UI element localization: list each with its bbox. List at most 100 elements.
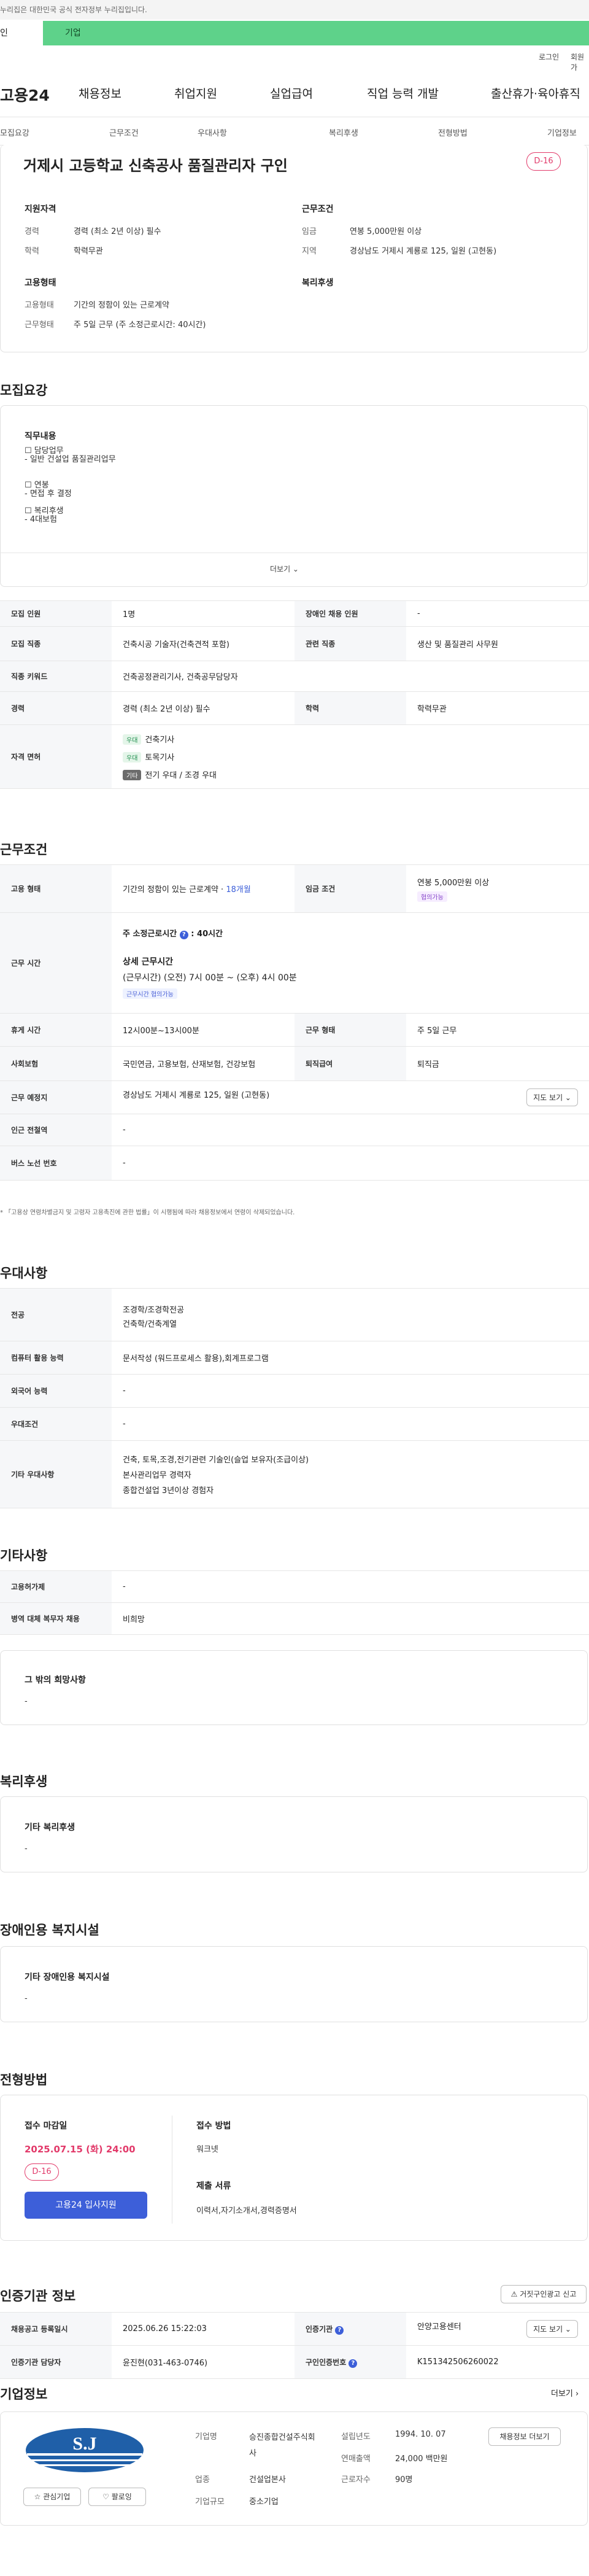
- deadline-head: 접수 마감일: [25, 2121, 67, 2131]
- company-logo: S.J: [25, 2426, 145, 2474]
- cell-key: 임금 조건: [294, 864, 406, 913]
- tab-person[interactable]: 인: [0, 21, 43, 45]
- qual-head: 지원자격: [25, 204, 56, 214]
- map-button[interactable]: 지도 보기 ⌄: [526, 1088, 578, 1106]
- subnav-work[interactable]: 근무조건: [109, 126, 139, 138]
- duty-more-button[interactable]: 더보기 ⌄: [270, 564, 299, 574]
- job-title: 거제시 고등학교 신축공사 품질관리자 구인: [23, 157, 288, 174]
- welfare-card-head: 기타 복리후생: [25, 1823, 75, 1833]
- nav-parental-leave[interactable]: 출산휴가·육아휴직: [491, 85, 580, 101]
- cell-value: 기간의 정함이 있는 근로계약 · 18개월: [112, 864, 294, 913]
- login-link[interactable]: 로그인: [539, 52, 559, 62]
- follow-company-button[interactable]: ♡ 팔로잉: [88, 2488, 146, 2506]
- cell-key: 인근 전철역: [0, 1114, 112, 1146]
- table-row: 근무 예정지 경상남도 거제시 계룡로 125, 일원 (고현동) 지도 보기 ⌄: [0, 1080, 589, 1114]
- other-head: 그 밖의 희망사항: [25, 1675, 86, 1685]
- agency-value: 안양고용센터: [417, 2322, 461, 2332]
- company-size-label: 기업규모: [195, 2497, 225, 2507]
- nav-employment-support[interactable]: 취업지원: [174, 85, 217, 101]
- site-logo[interactable]: 고용24: [0, 83, 50, 106]
- cell-key: 퇴직급여: [294, 1046, 406, 1081]
- license-name: 건축기사: [145, 735, 175, 745]
- company-industry-label: 업종: [195, 2475, 210, 2485]
- info-icon[interactable]: ?: [179, 931, 188, 939]
- cell-value: 국민연금, 고용보험, 산재보험, 건강보험: [112, 1046, 294, 1081]
- duty-head: 직무내용: [25, 432, 56, 441]
- disab-card: [0, 1946, 588, 2022]
- report-button[interactable]: ⚠ 거짓구인광고 신고: [501, 2285, 587, 2303]
- cell-value: 퇴직금: [406, 1046, 589, 1081]
- method-head: 접수 방법: [196, 2121, 231, 2131]
- cell-key: 직종 키워드: [0, 661, 112, 692]
- subnav-recruit[interactable]: 모집요강: [0, 126, 29, 138]
- recruit-table: 모집 인원 1명 장애인 채용 인원 - 모집 직종 건축시공 기술자(건축견적…: [0, 600, 589, 789]
- cell-key: 모집 인원: [0, 600, 112, 627]
- cell-value: -: [406, 600, 589, 627]
- pref-line: 건축학/건축계열: [123, 1319, 177, 1329]
- subnav-company[interactable]: 기업정보: [547, 126, 577, 138]
- disab-card-value: -: [25, 1994, 28, 2003]
- table-row: 고용허가제 -: [0, 1570, 589, 1603]
- qual-edu-label: 학력: [25, 247, 39, 256]
- table-row: 병역 대체 복무자 채용 비희망: [0, 1602, 589, 1635]
- cell-value: 연봉 5,000만원 이상 협의가능: [406, 864, 589, 913]
- company-sales-label: 연매출액: [341, 2454, 371, 2464]
- company-est-value: 1994. 10. 07: [395, 2430, 446, 2439]
- subnav-welfare[interactable]: 복리후생: [329, 126, 358, 138]
- company-name-label: 기업명: [195, 2432, 217, 2442]
- table-row: 사회보험 국민연금, 고용보험, 산재보험, 건강보험 퇴직급여 퇴직금: [0, 1046, 589, 1081]
- emp-type-text: 기간의 정함이 있는 근로계약 ·: [123, 885, 224, 894]
- welfare-card: [0, 1796, 588, 1872]
- info-icon[interactable]: ?: [335, 2326, 344, 2335]
- cell-key: 근무 시간: [0, 912, 112, 1014]
- nav-vocational-training[interactable]: 직업 능력 개발: [367, 85, 439, 101]
- weekly-label: 주 소정근로시간: [123, 929, 177, 939]
- cell-value: 안양고용센터 지도 보기 ⌄: [406, 2312, 589, 2346]
- pref-title: 우대사항: [0, 1266, 48, 1281]
- join-link[interactable]: 회원가: [571, 52, 589, 72]
- duty-line: - 면접 후 결정: [25, 489, 72, 499]
- favorite-company-button[interactable]: ☆ 관심기업: [23, 2488, 81, 2506]
- apply-button[interactable]: 고용24 입사지원: [25, 2192, 147, 2219]
- method-value: 워크넷: [196, 2145, 218, 2154]
- company-jobs-button[interactable]: 채용정보 더보기: [488, 2427, 561, 2446]
- emp-period: 18개월: [226, 885, 251, 894]
- cell-value: 주 5일 근무: [406, 1013, 589, 1047]
- gov-notice-text: 누리집은 대한민국 공식 전자정부 누리집입니다.: [0, 6, 147, 14]
- cell-value: 1명: [112, 600, 294, 627]
- subnav-preference[interactable]: 우대사항: [198, 126, 227, 138]
- gov-notice: 누리집은 대한민국 공식 전자정부 누리집입니다.: [0, 0, 589, 20]
- svg-text:S.J: S.J: [72, 2434, 96, 2454]
- table-row: 외국어 능력 -: [0, 1374, 589, 1408]
- detail-chip: 근무시간 협의가능: [123, 988, 177, 999]
- nav-unemployment-benefit[interactable]: 실업급여: [270, 85, 313, 101]
- cell-key: 우대조건: [0, 1407, 112, 1441]
- cell-value: 조경학/조경학전공 건축학/건축계열: [112, 1288, 589, 1341]
- cell-value: 2025.06.26 15:22:03: [112, 2312, 294, 2346]
- detail-head: 상세 근무시간: [123, 957, 174, 967]
- cell-value: -: [112, 1570, 589, 1603]
- license-item: 기타 전기 우대 / 조경 우대: [123, 769, 578, 780]
- agency-map-button[interactable]: 지도 보기 ⌄: [526, 2320, 578, 2338]
- cell-key: 전공: [0, 1288, 112, 1341]
- license-cell: 우대 건축기사 우대 토목기사 기타 전기 우대 / 조경 우대: [112, 724, 589, 789]
- cell-value: 문서작성 (워드프로세스 활용),회계프로그램: [112, 1341, 589, 1375]
- cell-key: 근무 형태: [294, 1013, 406, 1047]
- weekly-hours: 주 소정근로시간 ? : 40시간: [123, 929, 223, 939]
- pref-table: 전공 조경학/조경학전공 건축학/건축계열 컴퓨터 활용 능력 문서작성 (워드프…: [0, 1288, 589, 1508]
- company-more-link[interactable]: 더보기 ›: [551, 2387, 579, 2399]
- cond-loc-label: 지역: [302, 247, 317, 256]
- tab-company[interactable]: 기업: [43, 21, 589, 45]
- nav-job-info[interactable]: 채용정보: [79, 85, 121, 101]
- cell-value: 학력무관: [406, 691, 589, 725]
- emp-type-value: 기간의 정함이 있는 근로계약: [74, 301, 169, 310]
- info-icon[interactable]: ?: [348, 2359, 358, 2368]
- license-name: 전기 우대 / 조경 우대: [145, 771, 217, 780]
- duty-gap: [25, 499, 116, 507]
- company-sales-value: 24,000 백만원: [395, 2454, 448, 2464]
- table-row: 휴게 시간 12시00분~13시00분 근무 형태 주 5일 근무: [0, 1013, 589, 1047]
- cell-key: 경력: [0, 691, 112, 725]
- subnav-selection[interactable]: 전형방법: [438, 126, 468, 138]
- license-item: 우대 토목기사: [123, 751, 578, 762]
- cell-value: 생산 및 품질관리 사무원: [406, 626, 589, 661]
